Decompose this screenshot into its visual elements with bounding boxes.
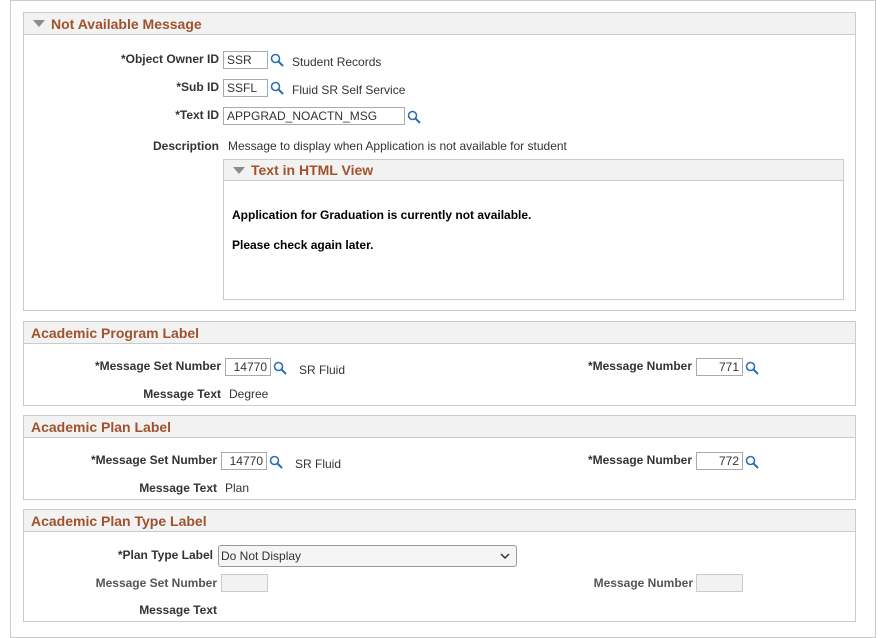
plan-message-set-description: SR Fluid xyxy=(295,457,342,471)
html-view-title: Text in HTML View xyxy=(251,162,374,178)
plan-type-message-set-label: Message Set Number xyxy=(95,576,217,590)
plan-type-message-number-label: Message Number xyxy=(593,576,693,590)
academic-plan-type-label-group: Academic Plan Type Label *Plan Type Labe… xyxy=(23,509,856,622)
plan-type-message-number-input xyxy=(696,574,743,592)
program-message-number-input[interactable]: 771 xyxy=(696,358,743,376)
academic-program-label-group: Academic Program Label *Message Set Numb… xyxy=(23,321,856,406)
sub-id-lookup-icon[interactable] xyxy=(270,81,284,95)
text-id-label: *Text ID xyxy=(175,108,219,122)
text-id-lookup-icon[interactable] xyxy=(407,110,421,124)
collapse-triangle-icon[interactable] xyxy=(233,167,245,174)
academic-plan-label-group: Academic Plan Label *Message Set Number … xyxy=(23,415,856,500)
plan-message-set-lookup-icon[interactable] xyxy=(269,455,283,469)
academic-plan-type-label-title: Academic Plan Type Label xyxy=(31,513,207,529)
program-message-set-description: SR Fluid xyxy=(299,363,346,377)
description-value: Message to display when Application is n… xyxy=(228,139,567,153)
not-available-message-group: Not Available Message *Object Owner ID S… xyxy=(23,12,856,311)
program-message-set-lookup-icon[interactable] xyxy=(273,361,287,375)
collapse-triangle-icon[interactable] xyxy=(33,20,45,27)
description-label: Description xyxy=(152,139,219,153)
text-id-input[interactable]: APPGRAD_NOACTN_MSG xyxy=(223,107,405,125)
html-view-box: Text in HTML View Application for Gradua… xyxy=(223,159,844,300)
object-owner-id-input[interactable]: SSR xyxy=(223,51,268,69)
plan-type-label-label: *Plan Type Label xyxy=(117,548,213,562)
html-view-line-1: Application for Graduation is currently … xyxy=(232,208,532,222)
plan-message-set-input[interactable]: 14770 xyxy=(221,452,267,470)
plan-type-message-set-input xyxy=(221,574,268,592)
academic-plan-label-header: Academic Plan Label xyxy=(24,416,855,438)
plan-type-selected-value: Do Not Display xyxy=(221,549,302,563)
academic-program-label-header: Academic Program Label xyxy=(24,322,855,344)
program-message-number-label: *Message Number xyxy=(587,359,692,373)
sub-id-description: Fluid SR Self Service xyxy=(292,83,406,97)
plan-type-message-text-label: Message Text xyxy=(139,603,217,617)
plan-message-number-lookup-icon[interactable] xyxy=(745,455,759,469)
plan-type-select[interactable]: Do Not Display xyxy=(218,545,517,567)
academic-program-label-title: Academic Program Label xyxy=(31,325,200,341)
plan-message-set-label: *Message Set Number xyxy=(90,453,217,467)
plan-message-text-label: Message Text xyxy=(139,481,217,495)
academic-plan-type-label-header: Academic Plan Type Label xyxy=(24,510,855,532)
object-owner-description: Student Records xyxy=(292,55,382,69)
plan-message-number-label: *Message Number xyxy=(587,453,692,467)
program-message-text-label: Message Text xyxy=(143,387,221,401)
sub-id-input[interactable]: SSFL xyxy=(223,79,268,97)
object-owner-lookup-icon[interactable] xyxy=(270,53,284,67)
academic-plan-label-title: Academic Plan Label xyxy=(31,419,172,435)
not-available-message-header[interactable]: Not Available Message xyxy=(24,13,855,35)
chevron-down-icon xyxy=(500,553,510,560)
not-available-message-title: Not Available Message xyxy=(51,16,202,32)
html-view-line-2: Please check again later. xyxy=(232,238,374,252)
program-message-number-lookup-icon[interactable] xyxy=(745,361,759,375)
plan-message-number-input[interactable]: 772 xyxy=(696,452,743,470)
program-message-set-input[interactable]: 14770 xyxy=(225,358,271,376)
html-view-header[interactable]: Text in HTML View xyxy=(224,160,843,181)
program-message-set-label: *Message Set Number xyxy=(94,359,221,373)
sub-id-label: *Sub ID xyxy=(176,80,219,94)
object-owner-id-label: *Object Owner ID xyxy=(120,52,219,66)
program-message-text-value: Degree xyxy=(229,387,269,401)
plan-message-text-value: Plan xyxy=(225,481,250,495)
